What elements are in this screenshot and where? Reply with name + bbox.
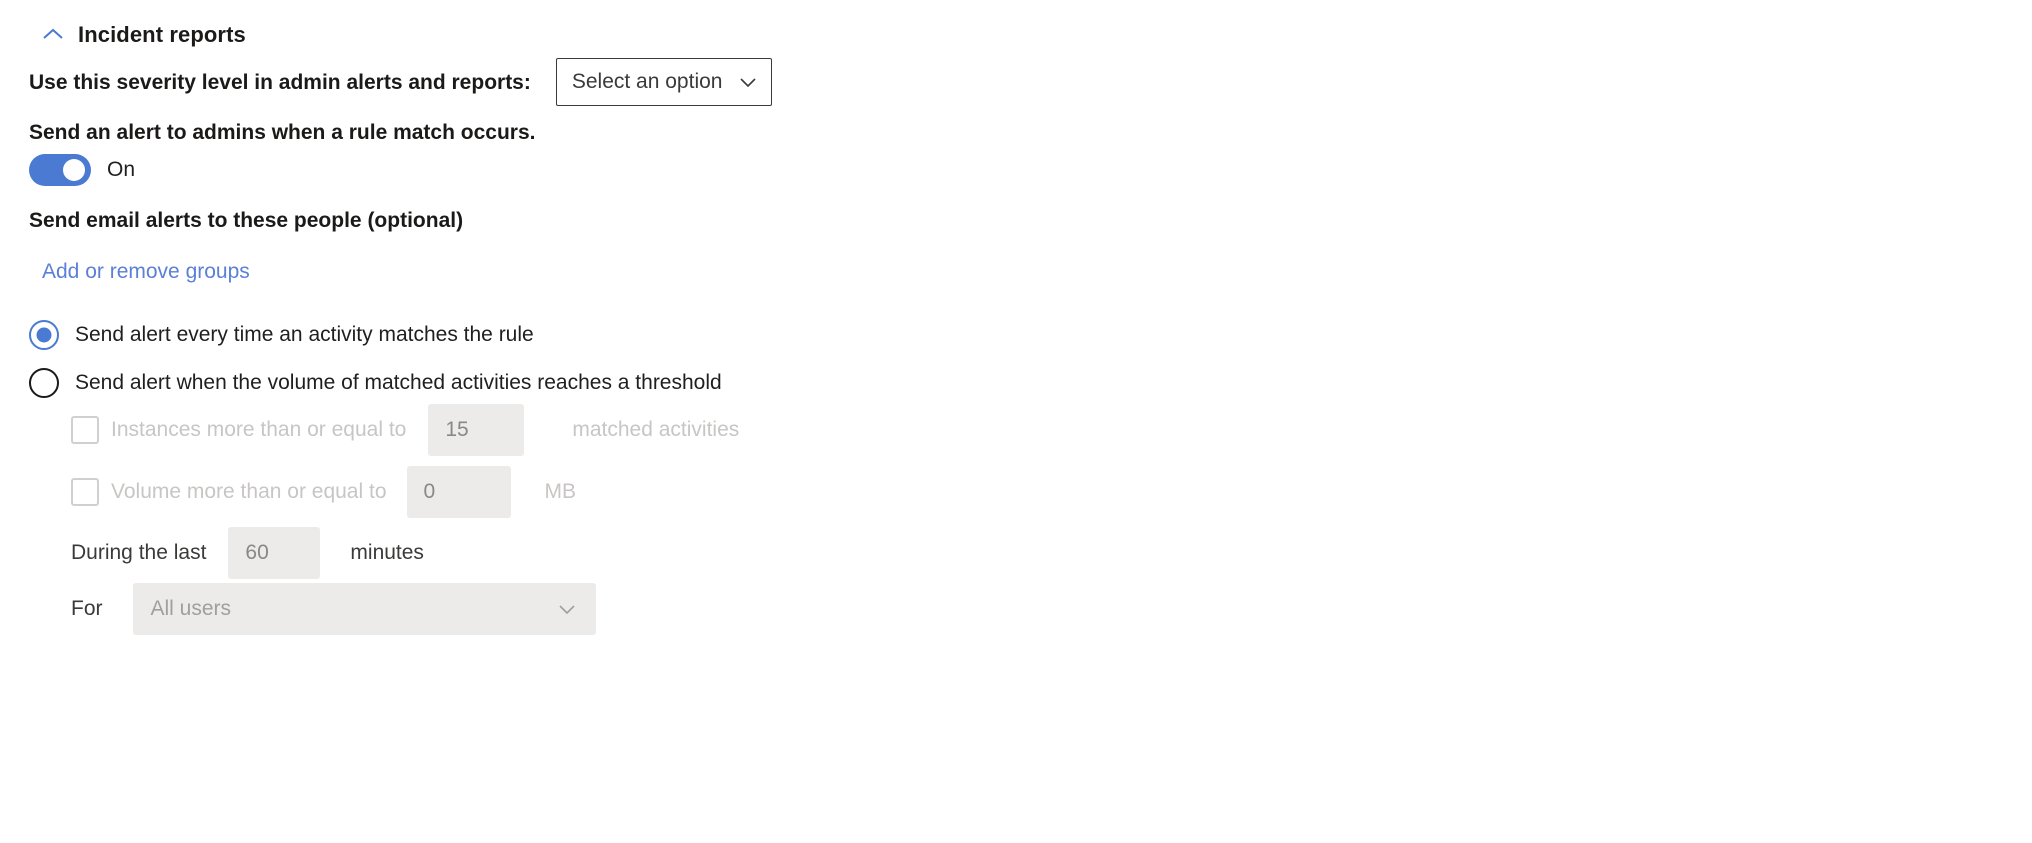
instances-checkbox[interactable] <box>71 416 99 444</box>
radio-every-time[interactable] <box>29 320 59 350</box>
instances-checkbox-label: Instances more than or equal to <box>111 418 407 441</box>
radio-threshold[interactable] <box>29 368 59 398</box>
email-alerts-label: Send email alerts to these people (optio… <box>29 209 464 232</box>
duration-label: During the last <box>71 541 207 564</box>
radio-row-every-time[interactable]: Send alert every time an activity matche… <box>29 320 534 350</box>
volume-unit-label: MB <box>544 480 577 503</box>
add-or-remove-groups-link[interactable]: Add or remove groups <box>42 260 250 284</box>
severity-level-row: Use this severity level in admin alerts … <box>29 58 772 106</box>
severity-level-dropdown[interactable]: Select an option <box>555 58 772 106</box>
radio-label-threshold: Send alert when the volume of matched ac… <box>75 371 722 394</box>
severity-level-label: Use this severity level in admin alerts … <box>29 70 531 94</box>
instances-threshold-row: Instances more than or equal to 15 match… <box>71 404 739 456</box>
instances-unit-label: matched activities <box>572 418 740 441</box>
audience-label: For <box>71 597 103 620</box>
audience-dropdown-value: All users <box>150 597 232 620</box>
toggle-knob <box>63 159 85 181</box>
audience-row: For All users <box>71 583 596 635</box>
duration-row: During the last 60 minutes <box>71 527 424 579</box>
audience-dropdown[interactable]: All users <box>132 583 596 635</box>
section-title: Incident reports <box>78 22 246 47</box>
volume-checkbox[interactable] <box>71 478 99 506</box>
chevron-down-icon <box>740 78 756 88</box>
incident-reports-panel: Incident reports Use this severity level… <box>0 0 2032 843</box>
severity-level-dropdown-value: Select an option <box>571 70 723 93</box>
chevron-down-icon <box>558 605 575 615</box>
volume-threshold-row: Volume more than or equal to 0 MB <box>71 466 576 518</box>
admin-alert-toggle-row: On <box>29 154 135 186</box>
admin-alert-label: Send an alert to admins when a rule matc… <box>29 121 536 144</box>
duration-unit-label: minutes <box>350 541 424 564</box>
chevron-up-icon <box>43 28 63 39</box>
volume-value-input[interactable]: 0 <box>406 466 511 518</box>
duration-value-input[interactable]: 60 <box>228 527 321 579</box>
admin-alert-toggle-state: On <box>107 158 136 181</box>
instances-value-input[interactable]: 15 <box>428 404 525 456</box>
section-header-incident-reports[interactable]: Incident reports <box>40 22 246 48</box>
admin-alert-toggle[interactable] <box>29 154 91 186</box>
volume-checkbox-label: Volume more than or equal to <box>111 480 387 503</box>
radio-row-threshold[interactable]: Send alert when the volume of matched ac… <box>29 368 722 398</box>
radio-label-every-time: Send alert every time an activity matche… <box>75 323 534 346</box>
